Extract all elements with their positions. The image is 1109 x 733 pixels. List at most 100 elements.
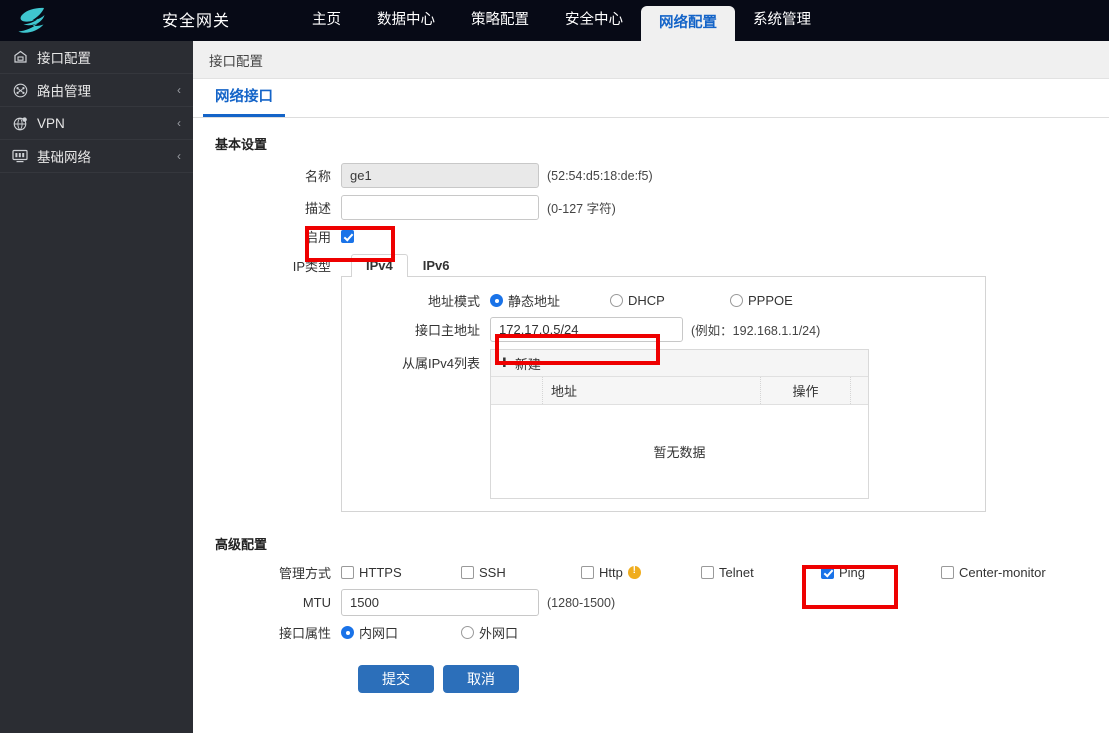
plus-icon: ✚ xyxy=(499,355,510,371)
label-mtu: MTU xyxy=(193,595,341,610)
checkbox-https[interactable]: HTTPS xyxy=(341,565,461,580)
radio-label: 内网口 xyxy=(359,623,398,642)
form-row-ip-type: IP类型 IPv4 IPv6 地址模式 静态地址 xyxy=(193,252,1109,512)
checkbox-center-monitor[interactable]: Center-monitor xyxy=(941,565,1046,580)
form-row-address-mode: 地址模式 静态地址 DHCP PPPOE xyxy=(342,291,985,310)
name-input[interactable] xyxy=(341,163,539,188)
interface-icon xyxy=(10,49,30,65)
breadcrumb-text: 接口配置 xyxy=(209,50,263,70)
checkbox-label: Telnet xyxy=(719,565,754,580)
checkbox-ssh[interactable]: SSH xyxy=(461,565,581,580)
ipv4-panel: 地址模式 静态地址 DHCP PPPOE xyxy=(341,276,986,512)
form-row-description: 描述 (0-127 字符) xyxy=(193,195,1109,220)
mtu-range-hint: (1280-1500) xyxy=(547,596,615,610)
checkbox-http[interactable]: Http xyxy=(581,565,701,580)
main-nav: 主页 数据中心 策略配置 安全中心 网络配置 系统管理 xyxy=(294,0,829,41)
submit-button[interactable]: 提交 xyxy=(358,665,434,693)
monitor-icon xyxy=(10,148,30,164)
form-row-interface-attribute: 接口属性 内网口 外网口 xyxy=(193,623,1109,642)
brand-title: 安全网关 xyxy=(162,7,230,41)
form-actions: 提交 取消 xyxy=(193,665,1109,693)
label-ip-type: IP类型 xyxy=(193,252,341,275)
sidebar-item-label: 接口配置 xyxy=(37,47,181,67)
sidebar-item-vpn[interactable]: VPN ‹ xyxy=(0,107,193,140)
sidebar-item-label: 路由管理 xyxy=(37,80,177,100)
table-col-spacer xyxy=(851,377,868,404)
nav-item-security-center[interactable]: 安全中心 xyxy=(547,0,641,41)
sidebar: 接口配置 路由管理 ‹ xyxy=(0,41,193,733)
checkbox-ping[interactable]: Ping xyxy=(821,565,941,580)
description-input[interactable] xyxy=(341,195,539,220)
table-header-row: 地址 操作 xyxy=(491,377,868,405)
radio-static-address[interactable]: 静态地址 xyxy=(490,291,610,310)
radio-external-port[interactable]: 外网口 xyxy=(461,623,518,642)
nav-item-network-config[interactable]: 网络配置 xyxy=(641,6,735,41)
brand-logo[interactable] xyxy=(0,0,62,41)
table-empty-text: 暂无数据 xyxy=(653,442,705,461)
radio-external-port-dot[interactable] xyxy=(461,626,474,639)
ip-type-tabstrip: IPv4 IPv6 xyxy=(341,252,986,276)
new-address-button[interactable]: ✚ 新建 xyxy=(491,350,868,377)
checkbox-telnet-box[interactable] xyxy=(701,566,714,579)
sidebar-item-label: 基础网络 xyxy=(37,146,177,166)
form-row-mtu: MTU (1280-1500) xyxy=(193,589,1109,616)
sidebar-item-basic-network[interactable]: 基础网络 ‹ xyxy=(0,140,193,173)
ip-tab-ipv6[interactable]: IPv6 xyxy=(408,254,465,277)
table-col-operation: 操作 xyxy=(761,377,851,404)
checkbox-center-monitor-box[interactable] xyxy=(941,566,954,579)
ip-tab-ipv4[interactable]: IPv4 xyxy=(351,254,408,277)
name-mac-hint: (52:54:d5:18:de:f5) xyxy=(547,169,653,183)
content-tabstrip: 网络接口 xyxy=(193,79,1109,118)
radio-pppoe[interactable]: PPPOE xyxy=(730,293,793,308)
breadcrumb: 接口配置 xyxy=(193,41,1109,79)
checkbox-label: SSH xyxy=(479,565,506,580)
label-manage-method: 管理方式 xyxy=(193,563,341,582)
interface-form: 基本设置 名称 (52:54:d5:18:de:f5) 描述 (0-127 字符… xyxy=(193,118,1109,693)
checkbox-https-box[interactable] xyxy=(341,566,354,579)
table-empty-state: 暂无数据 xyxy=(491,405,868,498)
cancel-button[interactable]: 取消 xyxy=(443,665,519,693)
checkbox-ping-box[interactable] xyxy=(821,566,834,579)
label-interface-attribute: 接口属性 xyxy=(193,623,341,642)
nav-item-data-center[interactable]: 数据中心 xyxy=(359,0,453,41)
sidebar-item-interface-config[interactable]: 接口配置 xyxy=(0,41,193,74)
radio-label: 静态地址 xyxy=(508,291,560,310)
section-title-advanced: 高级配置 xyxy=(215,534,1109,553)
radio-static-address-dot[interactable] xyxy=(490,294,503,307)
warning-icon xyxy=(628,566,641,579)
mtu-input[interactable] xyxy=(341,589,539,616)
checkbox-label: Center-monitor xyxy=(959,565,1046,580)
enable-checkbox[interactable] xyxy=(341,230,354,243)
main-content: 接口配置 网络接口 基本设置 名称 (52:54:d5:18:de:f5) 描述… xyxy=(193,41,1109,733)
form-row-manage-methods: 管理方式 HTTPS SSH Http Telnet xyxy=(193,563,1109,582)
app-root: 安全网关 主页 数据中心 策略配置 安全中心 网络配置 系统管理 接口配置 xyxy=(0,0,1109,733)
radio-dhcp-dot[interactable] xyxy=(610,294,623,307)
label-primary-address: 接口主地址 xyxy=(342,320,490,339)
ip-type-panel-wrap: IPv4 IPv6 地址模式 静态地址 DHCP xyxy=(341,252,986,512)
secondary-ipv4-table: ✚ 新建 地址 操作 暂无数据 xyxy=(490,349,869,499)
label-description: 描述 xyxy=(193,198,341,217)
route-icon xyxy=(10,82,30,98)
nav-item-home[interactable]: 主页 xyxy=(294,0,359,41)
tab-network-interface[interactable]: 网络接口 xyxy=(203,85,285,117)
form-row-primary-address: 接口主地址 (例如：192.168.1.1/24) xyxy=(342,317,985,342)
label-address-mode: 地址模式 xyxy=(342,291,490,310)
checkbox-http-box[interactable] xyxy=(581,566,594,579)
checkbox-label: Ping xyxy=(839,565,865,580)
radio-dhcp[interactable]: DHCP xyxy=(610,293,730,308)
chevron-left-icon: ‹ xyxy=(177,117,181,129)
table-col-address: 地址 xyxy=(543,377,761,404)
sidebar-item-route-management[interactable]: 路由管理 ‹ xyxy=(0,74,193,107)
checkbox-ssh-box[interactable] xyxy=(461,566,474,579)
form-row-name: 名称 (52:54:d5:18:de:f5) xyxy=(193,163,1109,188)
checkbox-telnet[interactable]: Telnet xyxy=(701,565,821,580)
nav-item-system-management[interactable]: 系统管理 xyxy=(735,0,829,41)
nav-item-policy-config[interactable]: 策略配置 xyxy=(453,0,547,41)
radio-internal-port[interactable]: 内网口 xyxy=(341,623,461,642)
radio-pppoe-dot[interactable] xyxy=(730,294,743,307)
vpn-globe-icon xyxy=(10,115,30,131)
chevron-left-icon: ‹ xyxy=(177,84,181,96)
radio-label: DHCP xyxy=(628,293,665,308)
radio-internal-port-dot[interactable] xyxy=(341,626,354,639)
primary-address-input[interactable] xyxy=(490,317,683,342)
